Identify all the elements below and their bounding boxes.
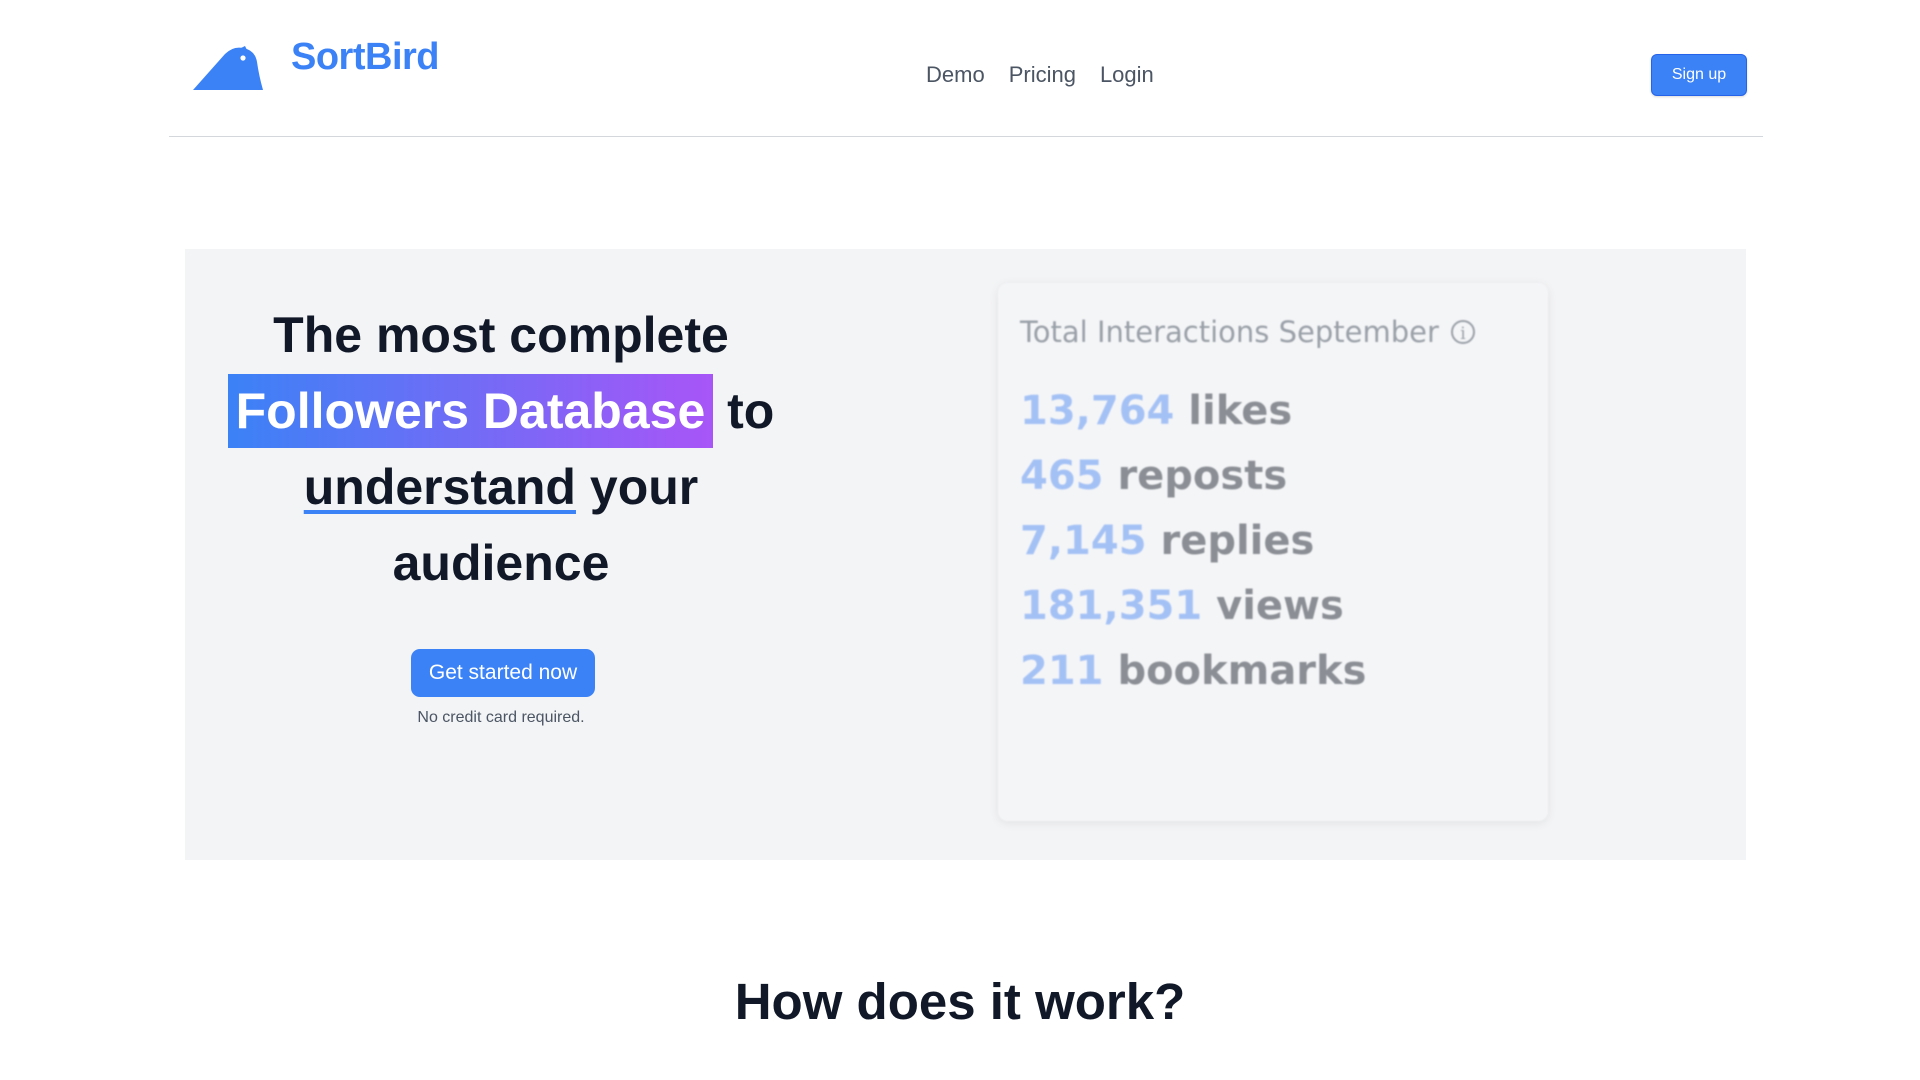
stat-bookmarks: 211 bookmarks	[1020, 639, 1366, 704]
stats-card-title: Total Interactions September i	[1020, 315, 1475, 349]
sign-up-button[interactable]: Sign up	[1651, 54, 1747, 96]
stat-label: reposts	[1117, 453, 1288, 499]
stat-value: 13,764	[1020, 388, 1175, 434]
stat-label: replies	[1160, 518, 1315, 564]
headline-connector: to	[727, 383, 775, 439]
main-nav: Demo Pricing Login	[926, 62, 1154, 88]
site-header: SortBird Demo Pricing Login Sign up	[169, 0, 1763, 137]
hero-headline: The most complete Followers Database to …	[185, 297, 817, 601]
no-credit-card-note: No credit card required.	[417, 709, 585, 726]
nav-pricing-link[interactable]: Pricing	[1009, 62, 1076, 88]
info-icon: i	[1450, 320, 1475, 344]
interactions-stats-card: Total Interactions September i 13,764 li…	[998, 283, 1548, 821]
headline-after-underline: your	[589, 459, 699, 515]
headline-highlight: Followers Database	[227, 374, 714, 448]
stat-value: 7,145	[1020, 518, 1147, 564]
hero-section: The most complete Followers Database to …	[185, 249, 1746, 860]
how-it-works-heading: How does it work?	[734, 973, 1186, 1030]
nav-login-link[interactable]: Login	[1100, 62, 1154, 88]
stat-replies: 7,145 replies	[1020, 509, 1366, 574]
headline-line-4: audience	[392, 535, 610, 591]
brand-name: SortBird	[291, 36, 440, 78]
stat-views: 181,351 views	[1020, 574, 1366, 639]
headline-underlined-word: understand	[303, 459, 576, 515]
bird-logo-icon	[193, 46, 263, 90]
stat-label: views	[1216, 583, 1344, 629]
logo-link[interactable]: SortBird	[193, 36, 440, 98]
stat-value: 211	[1020, 648, 1104, 694]
stat-reposts: 465 reposts	[1020, 444, 1366, 509]
stat-label: likes	[1188, 388, 1293, 434]
stat-value: 465	[1020, 453, 1104, 499]
stat-value: 181,351	[1020, 583, 1203, 629]
stat-label: bookmarks	[1117, 648, 1367, 694]
stat-likes: 13,764 likes	[1020, 379, 1366, 444]
nav-demo-link[interactable]: Demo	[926, 62, 985, 88]
headline-line-1: The most complete	[273, 307, 729, 363]
stats-list: 13,764 likes 465 reposts 7,145 replies 1…	[1020, 379, 1366, 704]
stats-card-title-text: Total Interactions September	[1020, 315, 1439, 349]
get-started-button[interactable]: Get started now	[411, 649, 595, 697]
page: SortBird Demo Pricing Login Sign up The …	[0, 0, 1920, 1080]
